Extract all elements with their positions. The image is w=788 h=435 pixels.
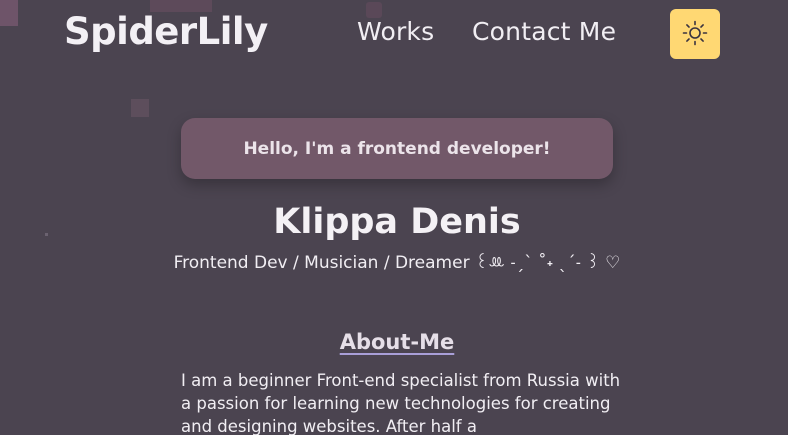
- greeting-text: Hello, I'm a frontend developer!: [243, 138, 551, 159]
- site-logo[interactable]: SpiderLily: [64, 10, 268, 53]
- theme-toggle-button[interactable]: [670, 9, 720, 59]
- sun-icon: [681, 19, 709, 50]
- profile-tagline: Frontend Dev / Musician / Dreamer ꒰ꔛ ˗ˏˋ…: [173, 253, 621, 273]
- nav-link-contact[interactable]: Contact Me: [472, 17, 616, 46]
- decorative-square: [131, 99, 149, 117]
- about-heading: About-Me: [339, 330, 455, 354]
- greeting-card: Hello, I'm a frontend developer!: [181, 118, 613, 179]
- about-paragraph: I am a beginner Front-end specialist fro…: [181, 371, 621, 435]
- site-header: SpiderLily Works Contact Me: [0, 0, 788, 70]
- profile-name: Klippa Denis: [273, 202, 521, 242]
- nav-link-works[interactable]: Works: [357, 17, 434, 46]
